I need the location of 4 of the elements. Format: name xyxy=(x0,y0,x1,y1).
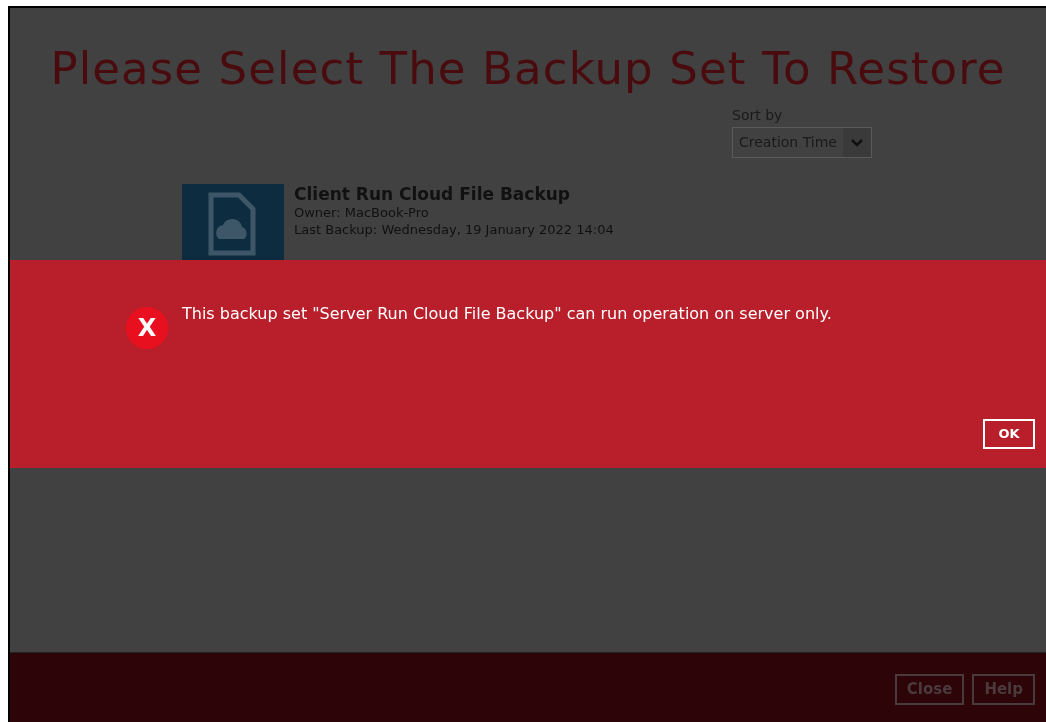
chevron-down-icon xyxy=(851,138,863,147)
error-icon: X xyxy=(126,307,168,349)
ok-button[interactable]: OK xyxy=(983,419,1035,449)
error-message: This backup set "Server Run Cloud File Backup" can run operation on server only. xyxy=(182,303,832,325)
